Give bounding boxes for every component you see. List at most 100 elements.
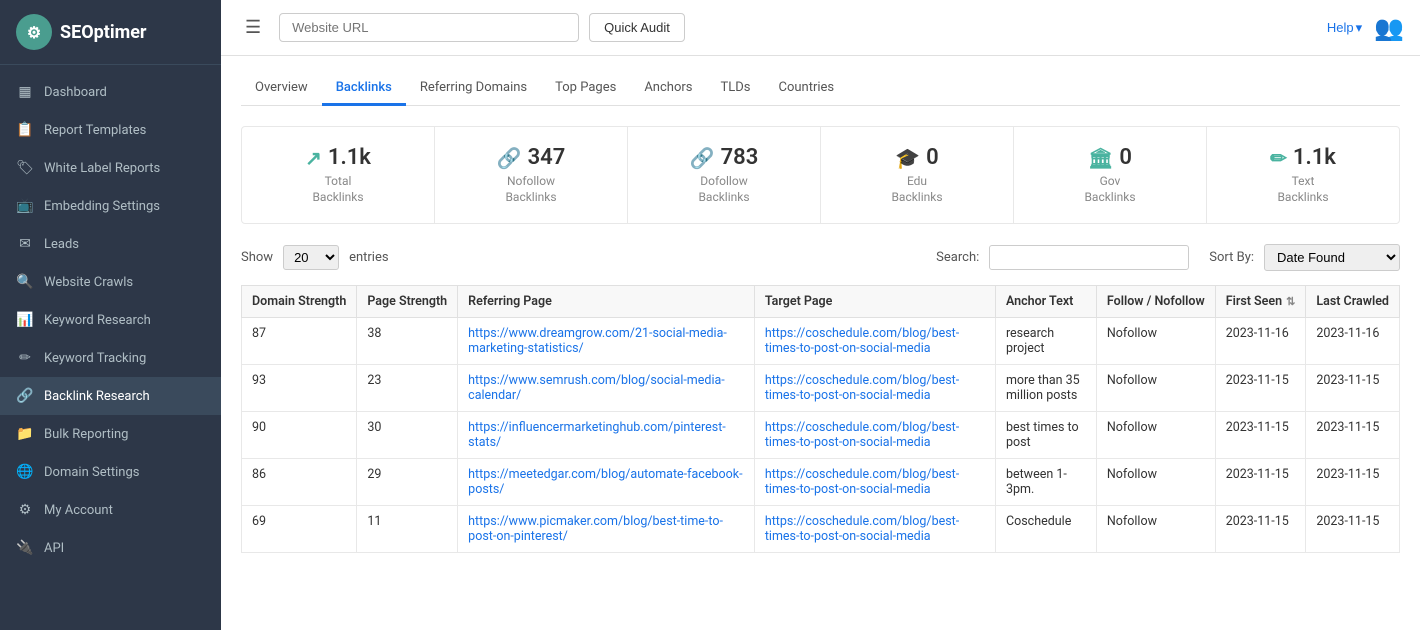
referring-page-cell-link[interactable]: https://influencermarketinghub.com/pinte… [468, 420, 726, 450]
domain-strength-cell: 69 [242, 506, 357, 553]
sidebar-item-white-label-reports[interactable]: 🏷 White Label Reports [0, 149, 221, 187]
target-page-cell[interactable]: https://coschedule.com/blog/best-times-t… [754, 506, 995, 553]
first-seen-cell: 2023-11-15 [1215, 459, 1306, 506]
stat-gov-backlinks: 🏛 0 GovBacklinks [1014, 127, 1207, 223]
main-content: ☰ Quick Audit Help ▾ 👥 OverviewBacklinks… [221, 0, 1420, 630]
quick-audit-button[interactable]: Quick Audit [589, 13, 685, 42]
target-page-cell-link[interactable]: https://coschedule.com/blog/best-times-t… [765, 373, 959, 403]
col-last-crawled: Last Crawled [1306, 286, 1400, 318]
first-seen-sort-icon: ⇅ [1286, 295, 1295, 308]
embedding-settings-icon: 📺 [16, 197, 34, 215]
target-page-cell[interactable]: https://coschedule.com/blog/best-times-t… [754, 365, 995, 412]
referring-page-cell-link[interactable]: https://www.dreamgrow.com/21-social-medi… [468, 326, 727, 356]
sidebar-item-domain-settings[interactable]: 🌐 Domain Settings [0, 453, 221, 491]
tab-tlds[interactable]: TLDs [706, 72, 764, 106]
table-row: 9030https://influencermarketinghub.com/p… [242, 412, 1400, 459]
target-page-cell-link[interactable]: https://coschedule.com/blog/best-times-t… [765, 514, 959, 544]
sidebar-item-backlink-research[interactable]: 🔗 Backlink Research [0, 377, 221, 415]
edu-backlinks-icon: 🎓 [895, 146, 920, 170]
stats-row: ↗ 1.1k TotalBacklinks 🔗 347 NofollowBack… [241, 126, 1400, 224]
total-backlinks-icon: ↗ [305, 146, 322, 170]
sidebar-item-bulk-reporting[interactable]: 📁 Bulk Reporting [0, 415, 221, 453]
topbar-right: Help ▾ 👥 [1327, 14, 1404, 42]
last-crawled-cell: 2023-11-15 [1306, 459, 1400, 506]
sidebar-item-dashboard[interactable]: ▦ Dashboard [0, 73, 221, 111]
tab-overview[interactable]: Overview [241, 72, 322, 106]
backlinks-table: Domain StrengthPage StrengthReferring Pa… [241, 285, 1400, 553]
dofollow-backlinks-value: 🔗 783 [644, 145, 804, 170]
referring-page-cell[interactable]: https://www.dreamgrow.com/21-social-medi… [458, 318, 755, 365]
sidebar: ⚙ SEOptimer ▦ Dashboard 📋 Report Templat… [0, 0, 221, 630]
referring-page-cell-link[interactable]: https://www.semrush.com/blog/social-medi… [468, 373, 725, 403]
hamburger-button[interactable]: ☰ [237, 13, 269, 42]
gov-backlinks-icon: 🏛 [1088, 146, 1113, 170]
search-input[interactable] [989, 245, 1189, 270]
tab-referring-domains[interactable]: Referring Domains [406, 72, 541, 106]
tab-backlinks[interactable]: Backlinks [322, 72, 406, 106]
edu-backlinks-label: EduBacklinks [837, 174, 997, 205]
dofollow-backlinks-label: DofollowBacklinks [644, 174, 804, 205]
sidebar-item-my-account[interactable]: ⚙ My Account [0, 491, 221, 529]
api-icon: 🔌 [16, 539, 34, 557]
referring-page-cell[interactable]: https://www.picmaker.com/blog/best-time-… [458, 506, 755, 553]
backlink-research-icon: 🔗 [16, 387, 34, 405]
col-anchor-text: Anchor Text [995, 286, 1096, 318]
sidebar-item-report-templates[interactable]: 📋 Report Templates [0, 111, 221, 149]
target-page-cell[interactable]: https://coschedule.com/blog/best-times-t… [754, 318, 995, 365]
last-crawled-cell: 2023-11-15 [1306, 506, 1400, 553]
stat-edu-backlinks: 🎓 0 EduBacklinks [821, 127, 1014, 223]
page-content: OverviewBacklinksReferring DomainsTop Pa… [221, 56, 1420, 630]
anchor-text-cell: best times to post [995, 412, 1096, 459]
report-templates-label: Report Templates [44, 123, 146, 138]
white-label-reports-icon: 🏷 [16, 159, 34, 177]
sidebar-item-leads[interactable]: ✉ Leads [0, 225, 221, 263]
referring-page-cell-link[interactable]: https://meetedgar.com/blog/automate-face… [468, 467, 742, 497]
url-input[interactable] [279, 13, 579, 42]
referring-page-cell[interactable]: https://meetedgar.com/blog/automate-face… [458, 459, 755, 506]
referring-page-cell[interactable]: https://influencermarketinghub.com/pinte… [458, 412, 755, 459]
tab-anchors[interactable]: Anchors [630, 72, 706, 106]
anchor-text-cell: more than 35 million posts [995, 365, 1096, 412]
help-button[interactable]: Help ▾ [1327, 20, 1362, 36]
topbar: ☰ Quick Audit Help ▾ 👥 [221, 0, 1420, 56]
referring-page-cell[interactable]: https://www.semrush.com/blog/social-medi… [458, 365, 755, 412]
user-avatar-icon[interactable]: 👥 [1374, 14, 1404, 42]
keyword-tracking-label: Keyword Tracking [44, 351, 146, 366]
target-page-cell[interactable]: https://coschedule.com/blog/best-times-t… [754, 459, 995, 506]
sidebar-item-keyword-tracking[interactable]: ✏ Keyword Tracking [0, 339, 221, 377]
page-strength-cell: 30 [357, 412, 458, 459]
tab-countries[interactable]: Countries [764, 72, 848, 106]
sortby-select[interactable]: Date FoundDomain StrengthPage Strength [1264, 244, 1400, 271]
target-page-cell[interactable]: https://coschedule.com/blog/best-times-t… [754, 412, 995, 459]
sortby-label: Sort By: [1209, 250, 1254, 265]
target-page-cell-link[interactable]: https://coschedule.com/blog/best-times-t… [765, 420, 959, 450]
referring-page-cell-link[interactable]: https://www.picmaker.com/blog/best-time-… [468, 514, 723, 544]
follow-nofollow-cell: Nofollow [1096, 318, 1215, 365]
sidebar-item-keyword-research[interactable]: 📊 Keyword Research [0, 301, 221, 339]
last-crawled-cell: 2023-11-15 [1306, 365, 1400, 412]
col-follow-nofollow: Follow / Nofollow [1096, 286, 1215, 318]
entries-select[interactable]: 102050100 [283, 245, 339, 270]
tab-top-pages[interactable]: Top Pages [541, 72, 630, 106]
col-referring-page: Referring Page [458, 286, 755, 318]
domain-settings-label: Domain Settings [44, 465, 139, 480]
leads-label: Leads [44, 237, 79, 252]
sidebar-item-api[interactable]: 🔌 API [0, 529, 221, 567]
logo-text: SEOptimer [60, 22, 147, 43]
col-first-seen[interactable]: First Seen⇅ [1215, 286, 1306, 318]
last-crawled-cell: 2023-11-16 [1306, 318, 1400, 365]
stat-dofollow-backlinks: 🔗 783 DofollowBacklinks [628, 127, 821, 223]
domain-strength-cell: 86 [242, 459, 357, 506]
first-seen-cell: 2023-11-15 [1215, 365, 1306, 412]
sidebar-item-embedding-settings[interactable]: 📺 Embedding Settings [0, 187, 221, 225]
sidebar-item-website-crawls[interactable]: 🔍 Website Crawls [0, 263, 221, 301]
target-page-cell-link[interactable]: https://coschedule.com/blog/best-times-t… [765, 326, 959, 356]
text-backlinks-label: TextBacklinks [1223, 174, 1383, 205]
domain-settings-icon: 🌐 [16, 463, 34, 481]
controls-row: Show 102050100 entries Search: Sort By: … [241, 244, 1400, 271]
domain-strength-cell: 93 [242, 365, 357, 412]
total-backlinks-value: ↗ 1.1k [258, 145, 418, 170]
domain-strength-cell: 87 [242, 318, 357, 365]
target-page-cell-link[interactable]: https://coschedule.com/blog/best-times-t… [765, 467, 959, 497]
my-account-label: My Account [44, 503, 113, 518]
